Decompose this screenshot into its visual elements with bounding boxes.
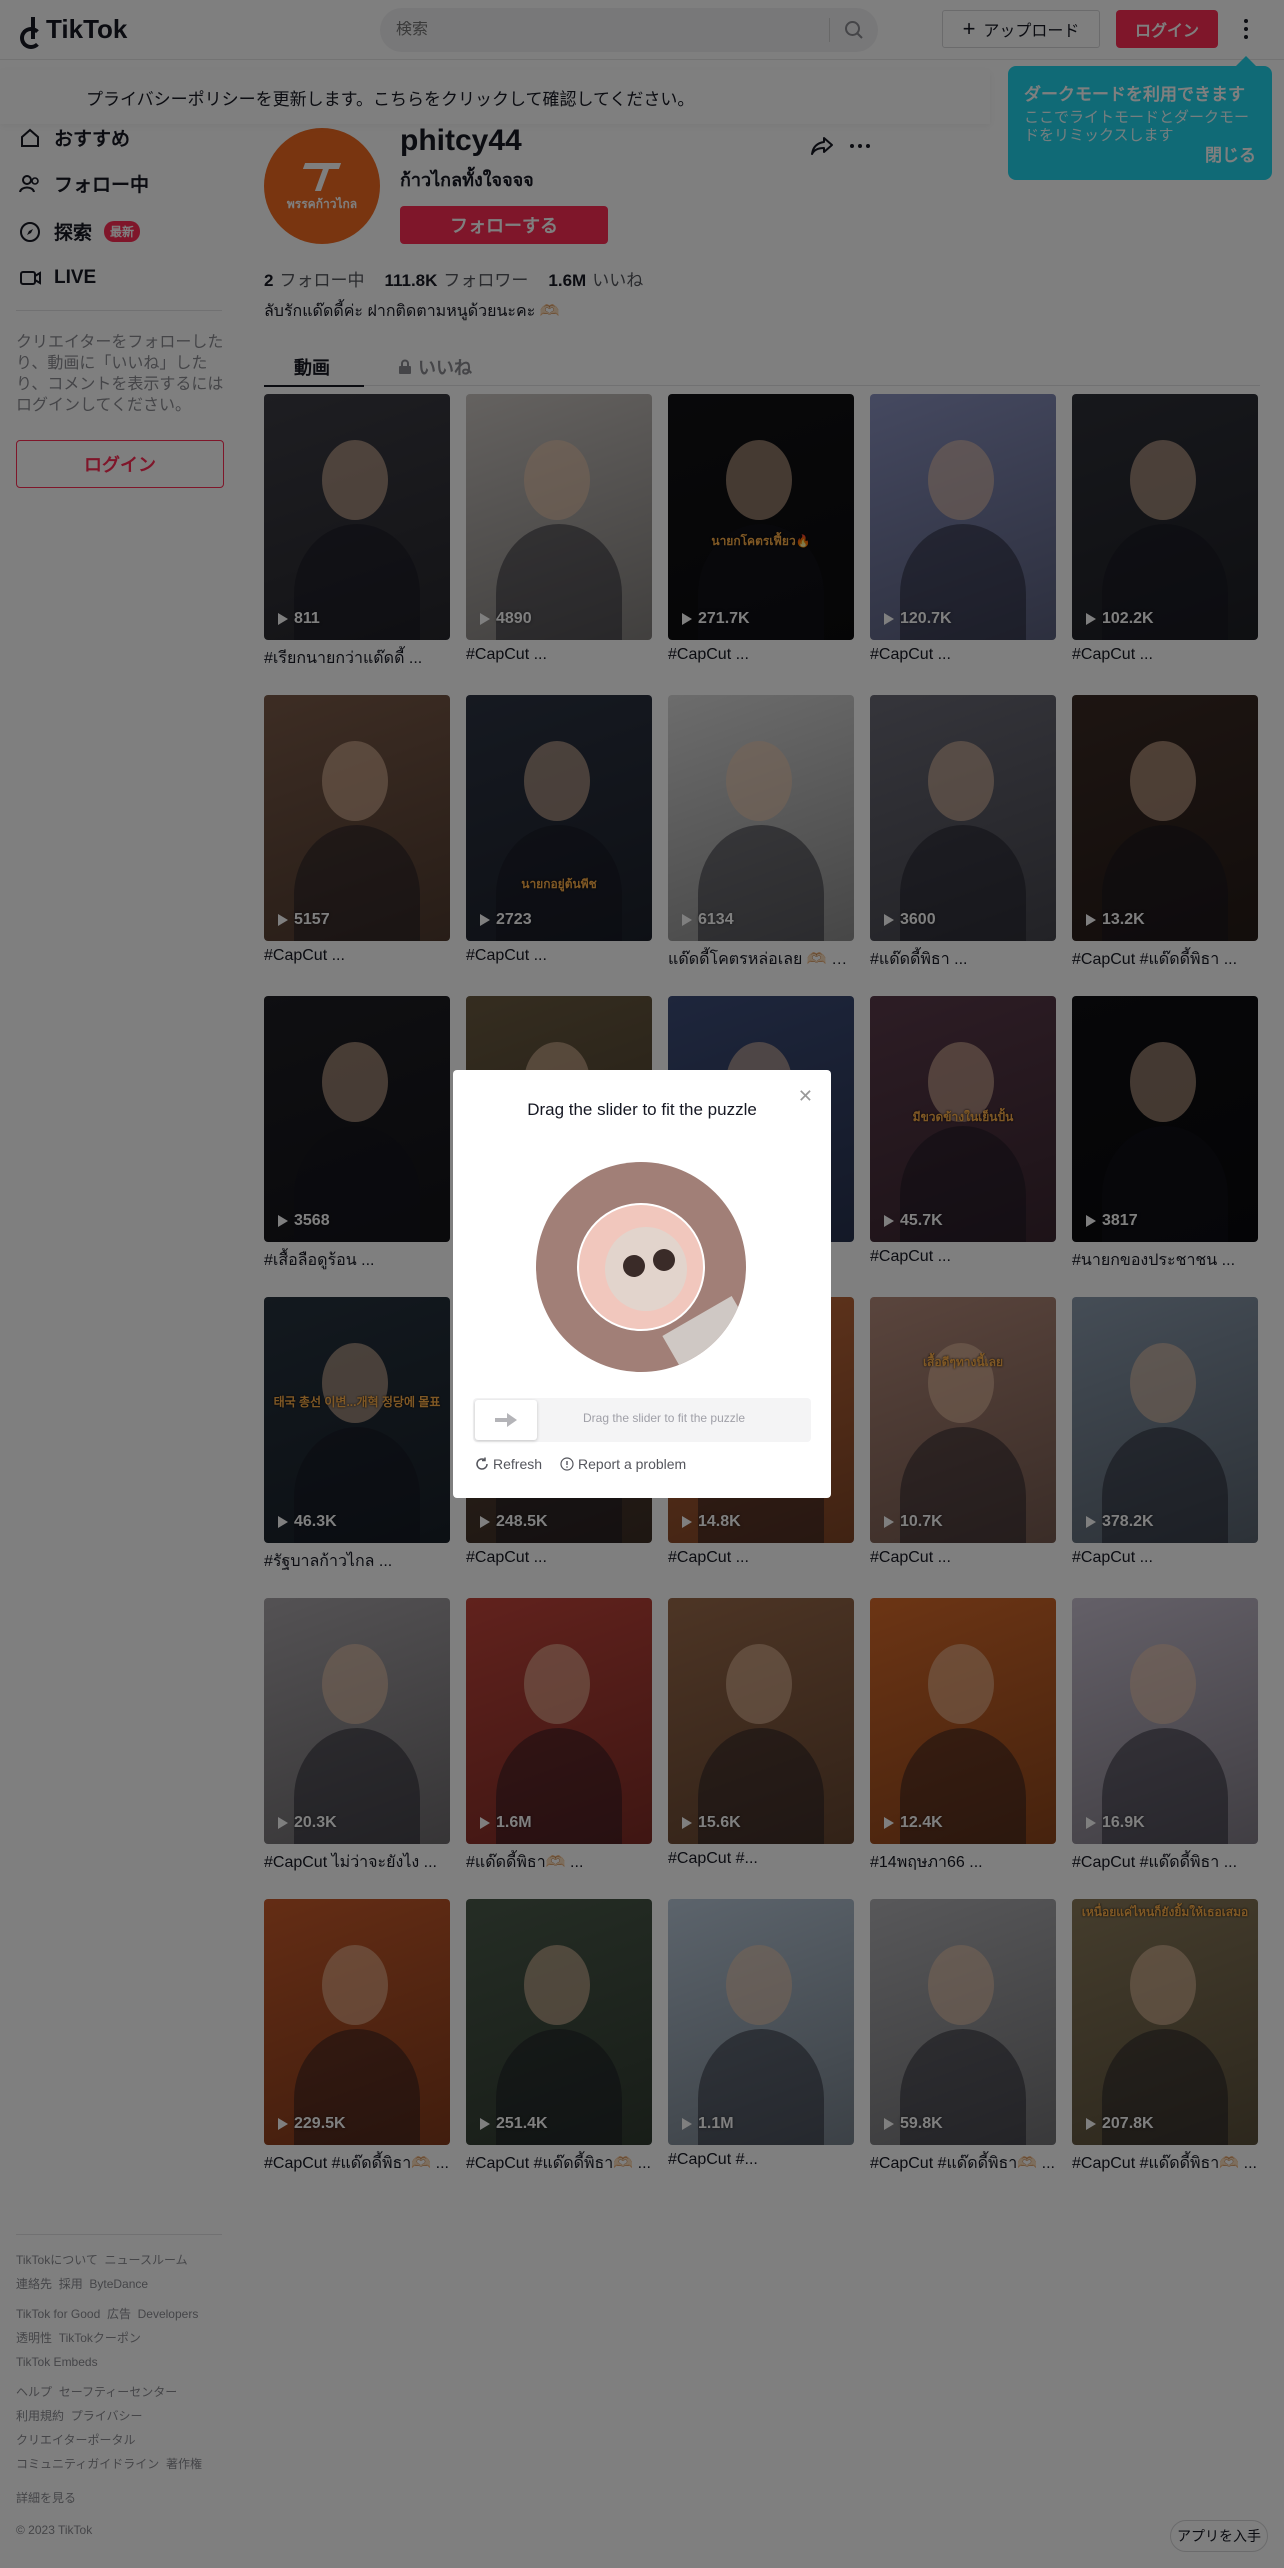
puzzle-background-image: [536, 1162, 746, 1372]
refresh-button[interactable]: Refresh: [475, 1456, 542, 1472]
info-icon: [560, 1457, 574, 1471]
refresh-label: Refresh: [493, 1456, 543, 1472]
puzzle-detail: [623, 1255, 645, 1277]
captcha-slider-handle[interactable]: [475, 1400, 537, 1440]
report-problem-button[interactable]: Report a problem: [560, 1456, 686, 1472]
captcha-actions: Refresh Report a problem: [475, 1456, 686, 1472]
captcha-title: Drag the slider to fit the puzzle: [527, 1100, 757, 1119]
puzzle-detail: [653, 1249, 675, 1271]
slider-hint: Drag the slider to fit the puzzle: [583, 1411, 746, 1425]
report-label: Report a problem: [578, 1456, 687, 1472]
arrow-right-icon: [495, 1413, 517, 1427]
captcha-slider-track: Drag the slider to fit the puzzle: [473, 1398, 811, 1442]
refresh-icon: [476, 1457, 488, 1470]
captcha-modal: ✕ Drag the slider to fit the puzzle Drag…: [453, 1070, 831, 1498]
puzzle-piece-image[interactable]: [577, 1203, 705, 1331]
